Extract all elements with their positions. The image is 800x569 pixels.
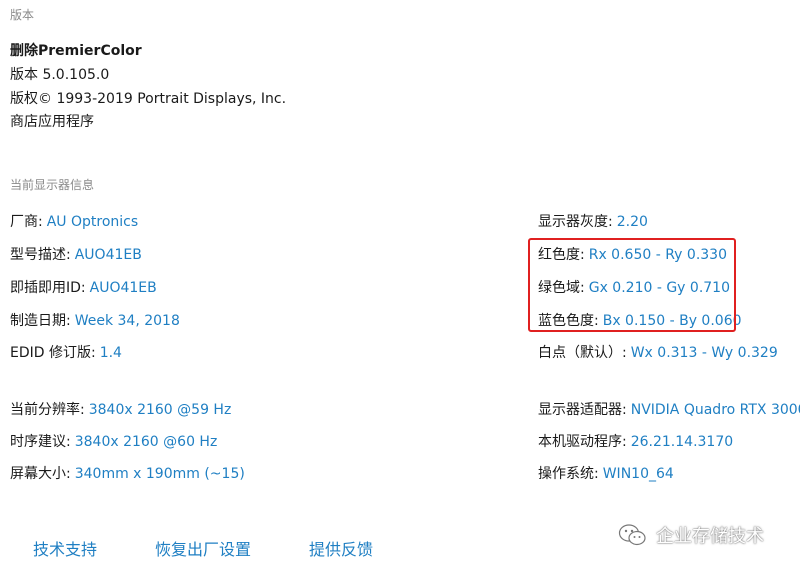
info-key: 白点（默认）:	[538, 345, 627, 361]
info-row-manufacturer: 厂商: AU Optronics	[10, 211, 138, 231]
info-key: 厂商:	[10, 214, 43, 230]
info-value: Wx 0.313 - Wy 0.329	[630, 345, 778, 361]
info-key: 显示器灰度:	[538, 214, 613, 230]
support-link[interactable]: 技术支持	[33, 536, 97, 560]
display-info-section-label: 当前显示器信息	[10, 178, 95, 192]
info-row-current-resolution: 当前分辨率: 3840x 2160 @59 Hz	[10, 399, 231, 419]
info-value: 3840x 2160 @59 Hz	[88, 402, 232, 418]
info-key: 时序建议:	[10, 434, 71, 450]
info-value: 340mm x 190mm (~15)	[74, 466, 245, 482]
factory-reset-link[interactable]: 恢复出厂设置	[155, 536, 251, 560]
wechat-icon	[618, 523, 648, 547]
info-key: EDID 修订版:	[10, 345, 96, 361]
info-value: WIN10_64	[602, 466, 674, 482]
info-row-model: 型号描述: AUO41EB	[10, 244, 142, 264]
info-value: AUO41EB	[89, 280, 157, 296]
info-row-operating-system: 操作系统: WIN10_64	[538, 463, 674, 483]
app-copyright: 版权© 1993-2019 Portrait Displays, Inc.	[10, 91, 287, 107]
info-value: Week 34, 2018	[74, 313, 180, 329]
info-row-edid-revision: EDID 修订版: 1.4	[10, 342, 122, 362]
info-key: 型号描述:	[10, 247, 71, 263]
info-value: NVIDIA Quadro RTX 3000	[630, 402, 800, 418]
info-value: 3840x 2160 @60 Hz	[74, 434, 218, 450]
chromaticity-highlight-box	[528, 238, 736, 332]
info-key: 操作系统:	[538, 466, 599, 482]
watermark-text: 企业存储技术	[656, 526, 764, 547]
info-row-native-driver: 本机驱动程序: 26.21.14.3170	[538, 431, 733, 451]
app-version: 版本 5.0.105.0	[10, 67, 110, 83]
app-name: 删除PremierColor	[10, 43, 142, 59]
feedback-link[interactable]: 提供反馈	[309, 536, 373, 560]
info-value: 1.4	[99, 345, 122, 361]
version-section-label: 版本	[10, 8, 35, 22]
info-value: AUO41EB	[74, 247, 142, 263]
info-key: 当前分辨率:	[10, 402, 85, 418]
store-app-label: 商店应用程序	[10, 114, 94, 130]
info-row-pnp-id: 即插即用ID: AUO41EB	[10, 277, 157, 297]
info-key: 显示器适配器:	[538, 402, 627, 418]
info-value: 26.21.14.3170	[630, 434, 734, 450]
info-value: AU Optronics	[46, 214, 139, 230]
info-row-white-point: 白点（默认）: Wx 0.313 - Wy 0.329	[538, 342, 778, 362]
info-key: 即插即用ID:	[10, 280, 86, 296]
info-row-screen-size: 屏幕大小: 340mm x 190mm (~15)	[10, 463, 245, 483]
info-value: 2.20	[616, 214, 648, 230]
info-row-gamma: 显示器灰度: 2.20	[538, 211, 648, 231]
info-row-manufacture-date: 制造日期: Week 34, 2018	[10, 310, 180, 330]
info-row-recommended-timing: 时序建议: 3840x 2160 @60 Hz	[10, 431, 217, 451]
info-key: 本机驱动程序:	[538, 434, 627, 450]
info-key: 屏幕大小:	[10, 466, 71, 482]
watermark: 企业存储技术	[618, 522, 764, 548]
info-key: 制造日期:	[10, 313, 71, 329]
info-row-display-adapter: 显示器适配器: NVIDIA Quadro RTX 3000	[538, 399, 800, 419]
